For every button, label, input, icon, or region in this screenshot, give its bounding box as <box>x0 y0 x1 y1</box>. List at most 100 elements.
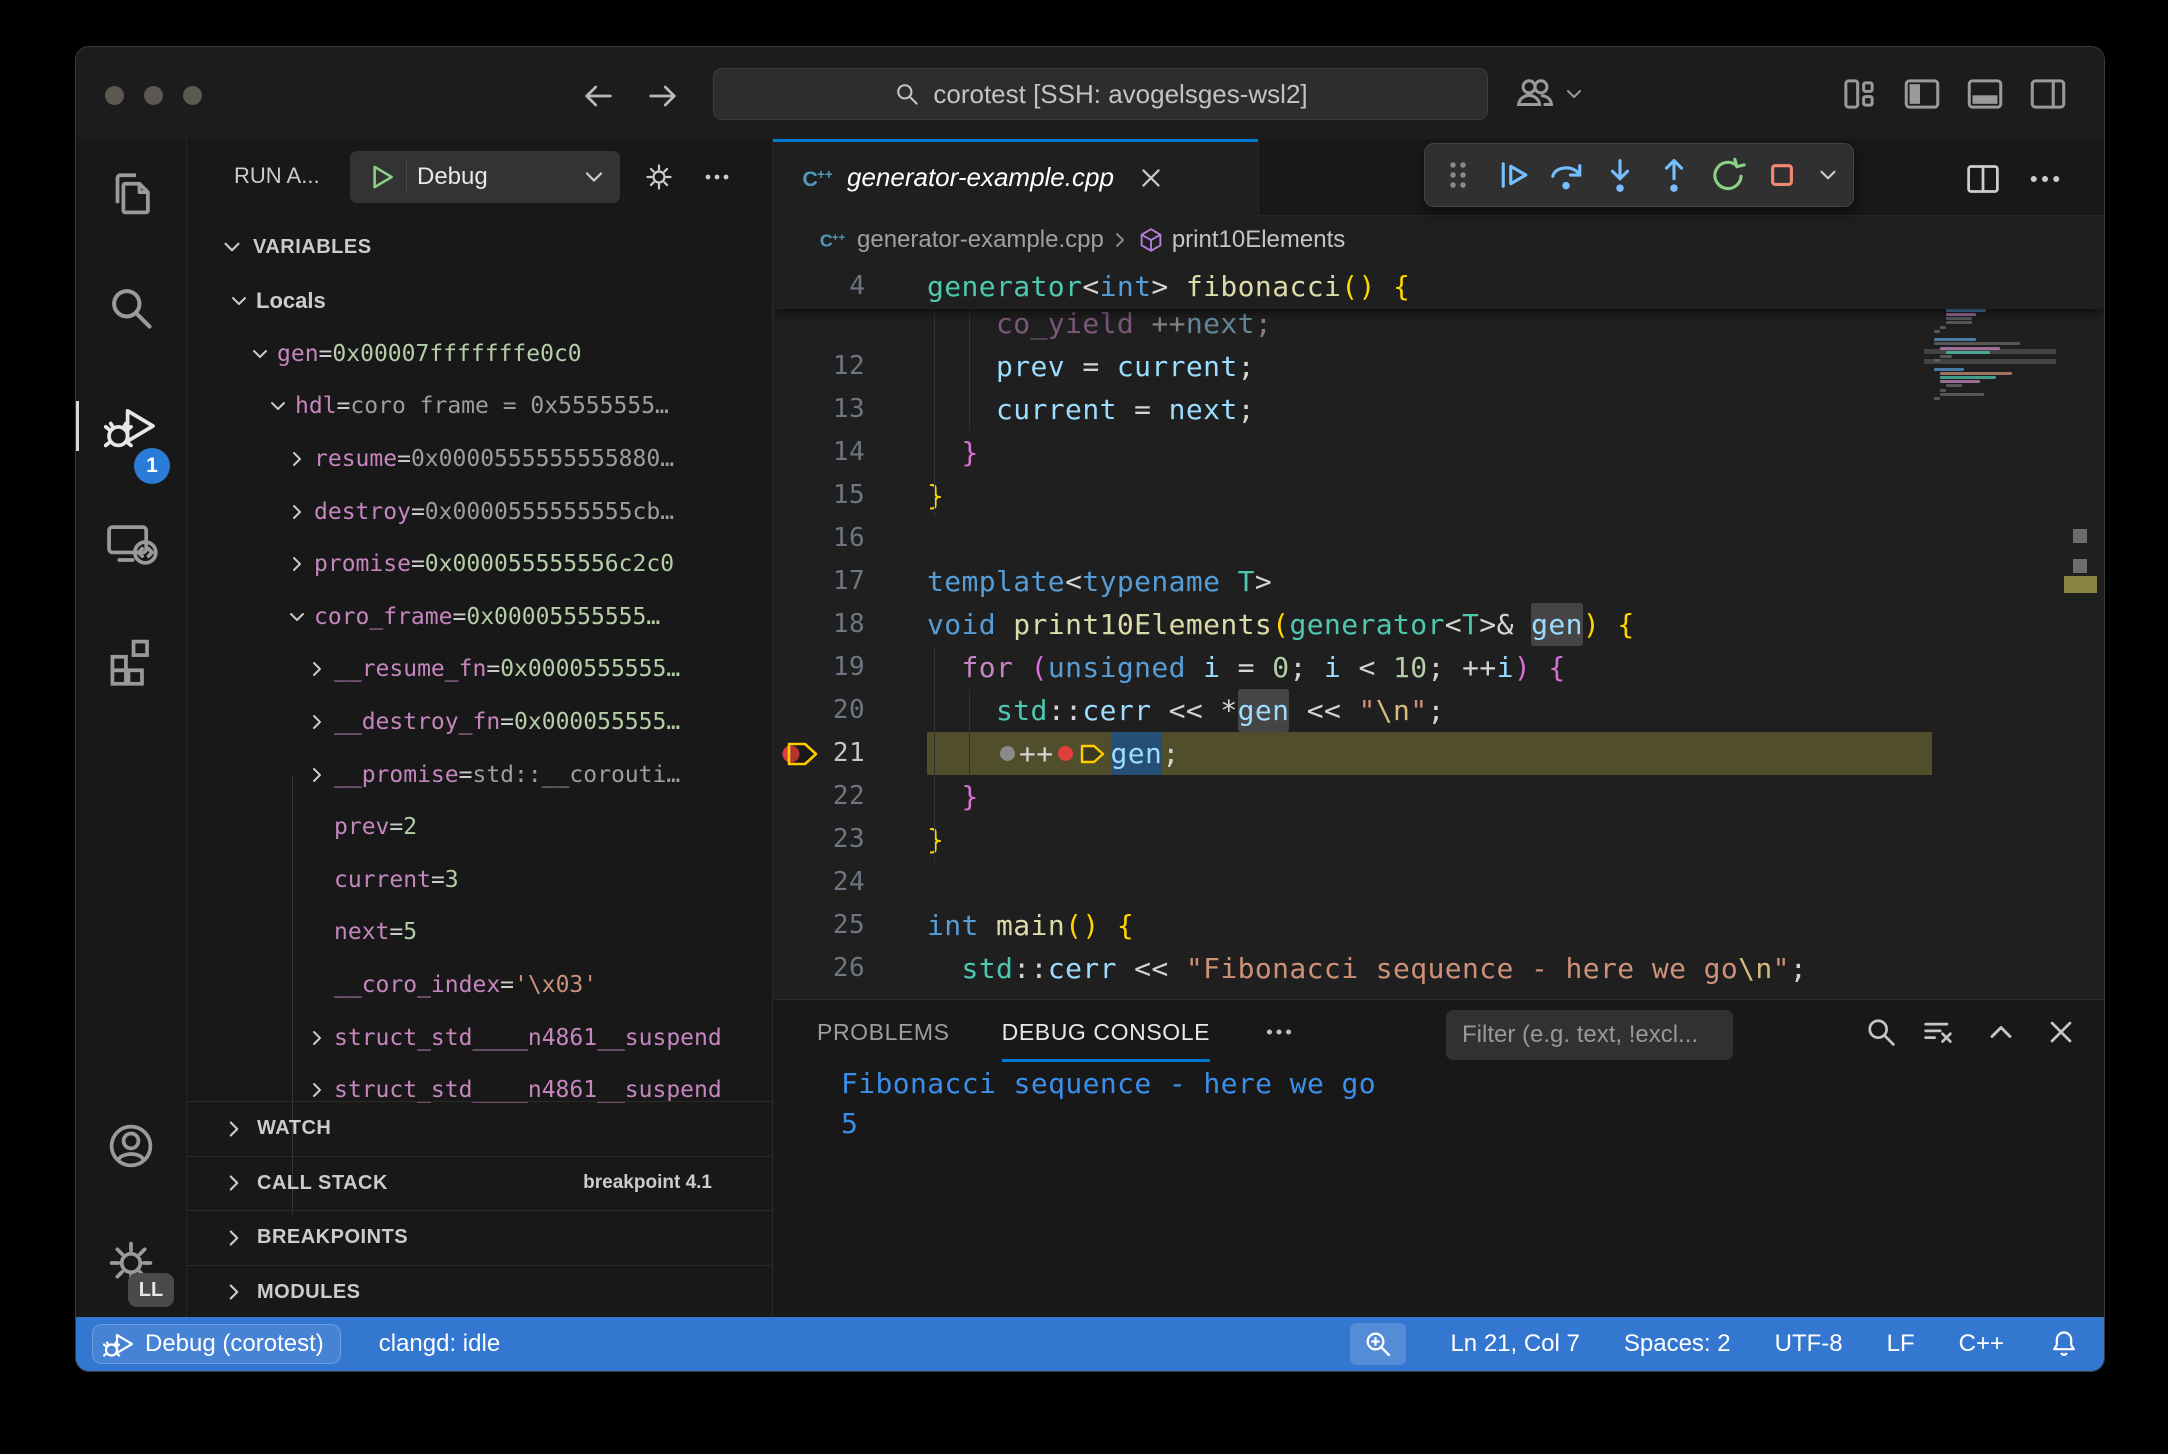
variables-section-header[interactable]: VARIABLES <box>187 223 772 271</box>
sticky-scroll-line[interactable]: 4 generator<int> fibonacci() { <box>773 263 2104 309</box>
split-editor-icon[interactable] <box>1963 159 2003 199</box>
variable-row[interactable]: coro_frame = 0x00005555555… <box>187 591 772 644</box>
chevron-down-icon[interactable] <box>248 341 277 367</box>
code-line-19[interactable]: 19 for (unsigned i = 0; i < 10; ++i) { <box>773 646 2104 689</box>
chevron-down-icon[interactable] <box>266 393 295 419</box>
code-line-27[interactable]: 27 generator<int> fib = fibonacci(); <box>773 990 2104 999</box>
traffic-close-button[interactable] <box>105 86 124 105</box>
notifications-bell-icon[interactable] <box>2048 1328 2080 1360</box>
stop-chevron-icon[interactable] <box>1813 152 1843 198</box>
variable-row[interactable]: next = 5 <box>187 906 772 959</box>
run-and-debug-icon[interactable] <box>104 399 158 453</box>
panel-more-tabs-icon[interactable] <box>1262 1015 1296 1049</box>
clangd-status[interactable]: clangd: idle <box>379 1330 500 1358</box>
chevron-down-icon[interactable] <box>227 288 256 314</box>
variable-row[interactable]: hdl = coro frame = 0x5555555… <box>187 380 772 433</box>
status-item[interactable]: LF <box>1887 1330 1915 1358</box>
stop-button[interactable] <box>1759 152 1805 198</box>
account-icon[interactable] <box>104 1119 158 1173</box>
variable-row[interactable]: __coro_index = '\x03' <box>187 959 772 1012</box>
code-line-14[interactable]: 14 } <box>773 431 2104 474</box>
chevron-right-icon[interactable] <box>305 762 334 788</box>
breadcrumb-file[interactable]: generator-example.cpp <box>857 226 1104 254</box>
code-line-20[interactable]: 20 std::cerr << *gen << "\n"; <box>773 689 2104 732</box>
close-panel-icon[interactable] <box>2043 1014 2079 1050</box>
code-line-16[interactable]: 16 <box>773 517 2104 560</box>
toggle-secondary-sidebar-icon[interactable] <box>2027 73 2069 115</box>
variable-row[interactable]: promise = 0x000055555556c2c0 <box>187 538 772 591</box>
overview-ruler[interactable] <box>2062 263 2104 999</box>
status-item[interactable]: Spaces: 2 <box>1624 1330 1731 1358</box>
chevron-right-icon[interactable] <box>285 551 314 577</box>
status-item[interactable]: Ln 21, Col 7 <box>1450 1330 1579 1358</box>
section-watch[interactable]: WATCH <box>187 1101 772 1156</box>
code-line-26[interactable]: 26 std::cerr << "Fibonacci sequence - he… <box>773 947 2104 990</box>
console-filter-input[interactable]: Filter (e.g. text, !excl... <box>1446 1010 1733 1060</box>
zoom-status-item[interactable] <box>1350 1323 1406 1365</box>
status-debug-item[interactable]: Debug (corotest) <box>92 1324 341 1364</box>
restart-button[interactable] <box>1705 152 1751 198</box>
search-view-icon[interactable] <box>104 281 158 335</box>
traffic-minimize-button[interactable] <box>144 86 163 105</box>
explorer-icon[interactable] <box>104 166 158 220</box>
console-line[interactable]: 5 <box>841 1104 2104 1144</box>
chevron-right-icon[interactable] <box>285 446 314 472</box>
code-line-18[interactable]: 18void print10Elements(generator<T>& gen… <box>773 603 2104 646</box>
code-line-17[interactable]: 17template<typename T> <box>773 560 2104 603</box>
close-icon[interactable] <box>1136 163 1166 193</box>
panel-search-icon[interactable] <box>1863 1014 1899 1050</box>
back-icon[interactable] <box>580 78 616 114</box>
section-call-stack[interactable]: CALL STACKbreakpoint 4.1 <box>187 1156 772 1211</box>
status-item[interactable]: C++ <box>1959 1330 2004 1358</box>
status-item[interactable]: UTF-8 <box>1775 1330 1843 1358</box>
maximize-panel-icon[interactable] <box>1983 1014 2019 1050</box>
breadcrumb-symbol[interactable]: print10Elements <box>1172 226 1345 254</box>
code-line-25[interactable]: 25int main() { <box>773 904 2104 947</box>
code-editor[interactable]: co_yield ++next;12 prev = current;13 cur… <box>773 263 2104 999</box>
variable-row[interactable]: __promise = std::__corouti… <box>187 748 772 801</box>
variable-row[interactable]: __destroy_fn = 0x000055555… <box>187 696 772 749</box>
chevron-right-icon[interactable] <box>305 1077 334 1103</box>
variable-row[interactable]: prev = 2 <box>187 801 772 854</box>
code-line-21[interactable]: 21 ++gen; <box>773 732 2104 775</box>
configure-gear-icon[interactable] <box>643 161 675 193</box>
chevron-right-icon[interactable] <box>305 656 334 682</box>
inline-breakpoint-candidate-icon[interactable] <box>1000 746 1015 761</box>
editor-more-actions-icon[interactable] <box>2025 159 2065 199</box>
more-actions-icon[interactable] <box>701 161 733 193</box>
variable-row[interactable]: Locals <box>187 275 772 328</box>
step-out-button[interactable] <box>1651 152 1697 198</box>
code-line-15[interactable]: 15} <box>773 474 2104 517</box>
code-line-24[interactable]: 24 <box>773 861 2104 904</box>
code-line-13[interactable]: 13 current = next; <box>773 388 2104 431</box>
command-center-search[interactable]: corotest [SSH: avogelsges-wsl2] <box>713 68 1488 120</box>
toggle-primary-sidebar-icon[interactable] <box>1901 73 1943 115</box>
extensions-icon[interactable] <box>104 634 158 688</box>
variable-row[interactable]: gen = 0x00007fffffffe0c0 <box>187 328 772 381</box>
variable-row[interactable]: resume = 0x0000555555555880… <box>187 433 772 486</box>
step-into-button[interactable] <box>1597 152 1643 198</box>
console-line[interactable]: Fibonacci sequence - here we go <box>841 1064 2104 1104</box>
continue-button[interactable] <box>1489 152 1535 198</box>
code-line-12[interactable]: 12 prev = current; <box>773 345 2104 388</box>
chevron-right-icon[interactable] <box>305 709 334 735</box>
customize-layout-icon[interactable] <box>1838 73 1880 115</box>
variable-row[interactable]: destroy = 0x0000555555555cb… <box>187 485 772 538</box>
start-debug-icon[interactable] <box>364 160 398 194</box>
chevron-down-icon[interactable] <box>285 604 314 630</box>
clear-console-icon[interactable] <box>1920 1014 1956 1050</box>
step-over-button[interactable] <box>1543 152 1589 198</box>
tab-generator-example[interactable]: generator-example.cpp <box>773 139 1259 216</box>
traffic-zoom-button[interactable] <box>183 86 202 105</box>
launch-config-name[interactable]: Debug <box>407 163 580 191</box>
chevron-down-icon[interactable] <box>580 163 608 191</box>
toolbar-drag-grip[interactable] <box>1435 152 1481 198</box>
debug-console-output[interactable]: Fibonacci sequence - here we go5 <box>773 1064 2104 1264</box>
section-breakpoints[interactable]: BREAKPOINTS <box>187 1210 772 1265</box>
code-line-23[interactable]: 23} <box>773 818 2104 861</box>
tab-debug-console[interactable]: DEBUG CONSOLE <box>1002 1000 1210 1064</box>
inline-breakpoint-icon[interactable] <box>1058 746 1073 761</box>
toggle-panel-icon[interactable] <box>1964 73 2006 115</box>
chevron-right-icon[interactable] <box>305 1025 334 1051</box>
remote-explorer-icon[interactable] <box>104 517 158 571</box>
